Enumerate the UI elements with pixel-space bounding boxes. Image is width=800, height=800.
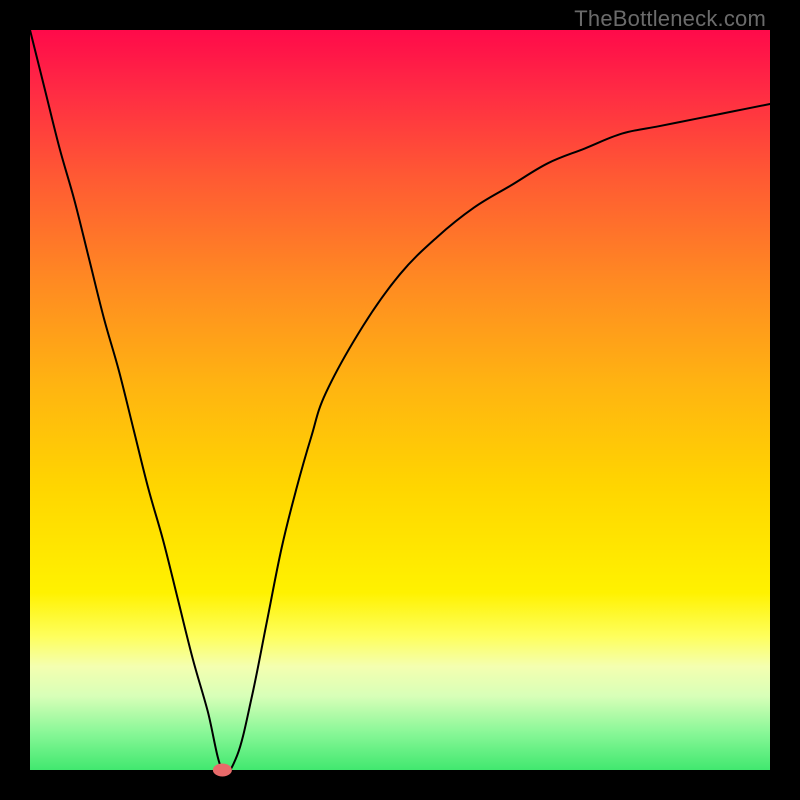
bottleneck-curve: [30, 30, 770, 773]
credit-text: TheBottleneck.com: [574, 6, 766, 32]
plot-area: [30, 30, 770, 770]
min-marker: [213, 764, 231, 776]
curve-svg: [30, 30, 770, 770]
chart-stage: TheBottleneck.com: [0, 0, 800, 800]
